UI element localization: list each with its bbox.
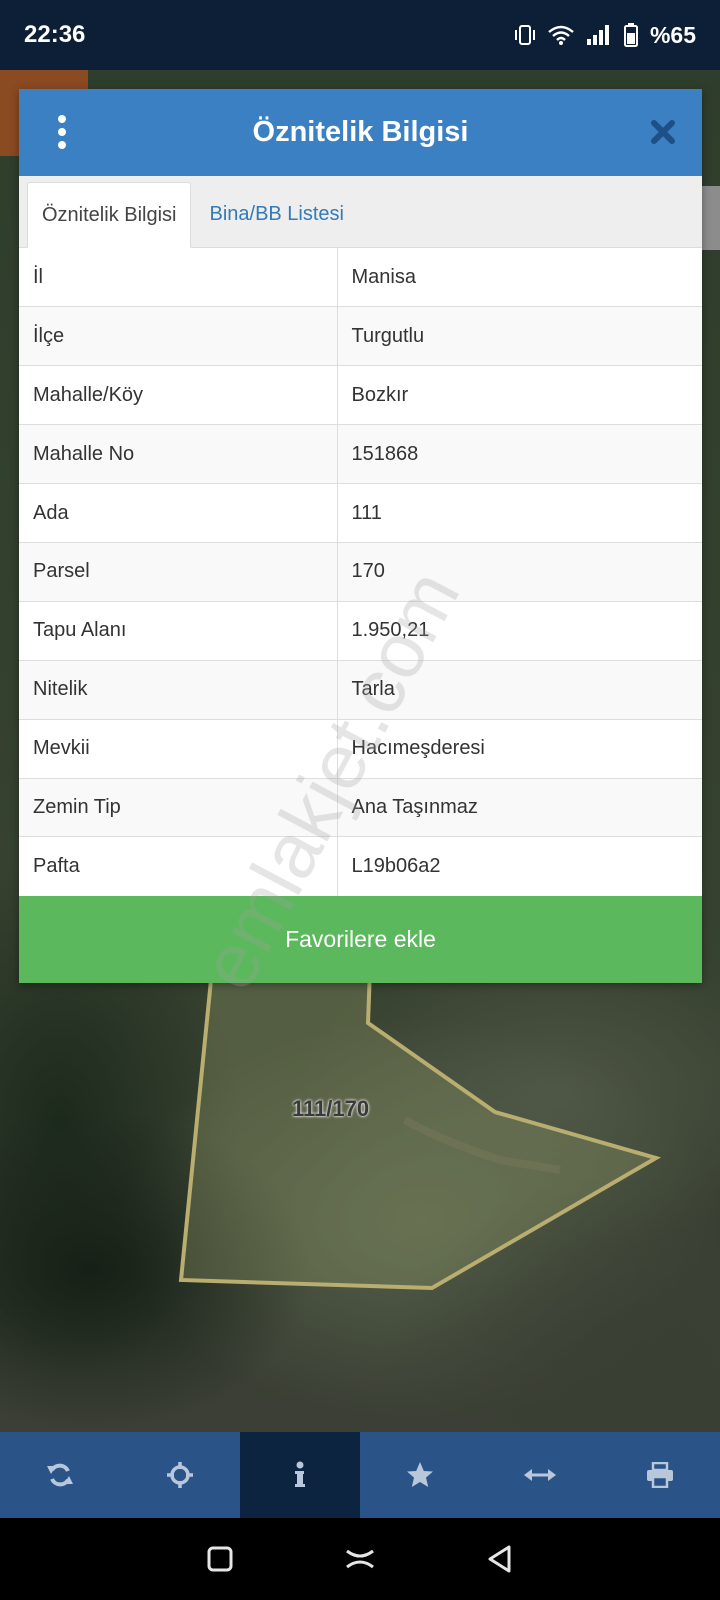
attribute-value: 111 xyxy=(337,483,702,543)
star-icon xyxy=(407,1462,433,1487)
attribute-key: Tapu Alanı xyxy=(19,600,338,661)
battery-icon xyxy=(623,23,638,47)
attribute-value: Manisa xyxy=(337,248,702,307)
attribute-key: Pafta xyxy=(19,836,338,896)
attribute-value: Hacımeşderesi xyxy=(337,718,702,779)
attribute-value: Bozkır xyxy=(337,365,702,425)
measure-button[interactable] xyxy=(480,1432,600,1518)
table-row: İlçe Turgutlu xyxy=(19,306,702,366)
locate-button[interactable] xyxy=(120,1432,240,1518)
table-row: Pafta L19b06a2 xyxy=(19,836,702,896)
attribute-value: Turgutlu xyxy=(337,306,702,366)
attribute-key: İlçe xyxy=(19,306,338,366)
attribute-value: L19b06a2 xyxy=(337,836,702,896)
status-time: 22:36 xyxy=(24,21,86,48)
tab-bar: Öznitelik Bilgisi Bina/BB Listesi xyxy=(19,176,702,248)
table-row: Mevkii Hacımeşderesi xyxy=(19,718,702,779)
attribute-key: Ada xyxy=(19,483,338,543)
attribute-value: 151868 xyxy=(337,424,702,484)
more-vertical-icon[interactable] xyxy=(47,111,77,153)
attribute-table: İl Manisa İlçe Turgutlu Mahalle/Köy Bozkır Mah… xyxy=(19,248,702,896)
table-row: Parsel 170 xyxy=(19,541,702,602)
back-icon xyxy=(488,1545,511,1573)
favorites-button[interactable] xyxy=(360,1432,480,1518)
table-row: Ada 111 xyxy=(19,483,702,543)
attribute-value: Tarla xyxy=(337,659,702,720)
system-nav-bar xyxy=(0,1518,720,1600)
dialog-title: Öznitelik Bilgisi xyxy=(252,116,469,148)
attribute-key: İl xyxy=(19,248,338,307)
attribute-key: Zemin Tip xyxy=(19,777,338,837)
attribute-key: Nitelik xyxy=(19,659,338,720)
attribute-value: Ana Taşınmaz xyxy=(337,777,702,837)
bottom-toolbar xyxy=(0,1432,720,1518)
attribute-key: Mahalle/Köy xyxy=(19,365,338,425)
measure-icon xyxy=(524,1469,556,1481)
attribute-value: 170 xyxy=(337,541,702,602)
parcel-label: 111/170 xyxy=(292,1096,370,1121)
attribute-key: Mevkii xyxy=(19,718,338,779)
attribute-value: 1.950,21 xyxy=(337,600,702,661)
tab-attribute-info[interactable]: Öznitelik Bilgisi xyxy=(27,182,192,248)
refresh-button[interactable] xyxy=(0,1432,120,1518)
info-button[interactable] xyxy=(240,1432,360,1518)
home-button[interactable] xyxy=(336,1535,384,1583)
home-icon xyxy=(346,1549,374,1569)
table-row: Mahalle No 151868 xyxy=(19,424,702,484)
battery-percent: %65 xyxy=(649,21,696,48)
info-icon xyxy=(295,1461,305,1487)
table-row: Mahalle/Köy Bozkır xyxy=(19,365,702,425)
dialog-header: Öznitelik Bilgisi xyxy=(19,89,702,176)
print-icon xyxy=(647,1462,673,1488)
back-button[interactable] xyxy=(476,1535,524,1583)
print-button[interactable] xyxy=(600,1432,720,1518)
status-bar: 22:36 %65 xyxy=(0,0,720,70)
add-favorite-button[interactable]: Favorilere ekle xyxy=(19,895,702,983)
refresh-icon xyxy=(47,1463,73,1487)
table-row: İl Manisa xyxy=(19,248,702,307)
table-row: Tapu Alanı 1.950,21 xyxy=(19,600,702,661)
tab-building-list[interactable]: Bina/BB Listesi xyxy=(191,181,358,247)
close-icon[interactable] xyxy=(646,115,680,149)
locate-icon xyxy=(167,1462,193,1488)
status-icons: %65 xyxy=(514,22,696,49)
vibrate-icon xyxy=(514,25,535,45)
table-row: Nitelik Tarla xyxy=(19,659,702,720)
wifi-icon xyxy=(548,25,574,45)
attribute-key: Mahalle No xyxy=(19,424,338,484)
attribute-dialog: Öznitelik Bilgisi Öznitelik Bilgisi Bina… xyxy=(19,89,702,983)
recents-button[interactable] xyxy=(196,1535,244,1583)
square-icon xyxy=(207,1546,233,1572)
table-row: Zemin Tip Ana Taşınmaz xyxy=(19,777,702,837)
signal-icon xyxy=(586,25,609,45)
attribute-key: Parsel xyxy=(19,541,338,602)
